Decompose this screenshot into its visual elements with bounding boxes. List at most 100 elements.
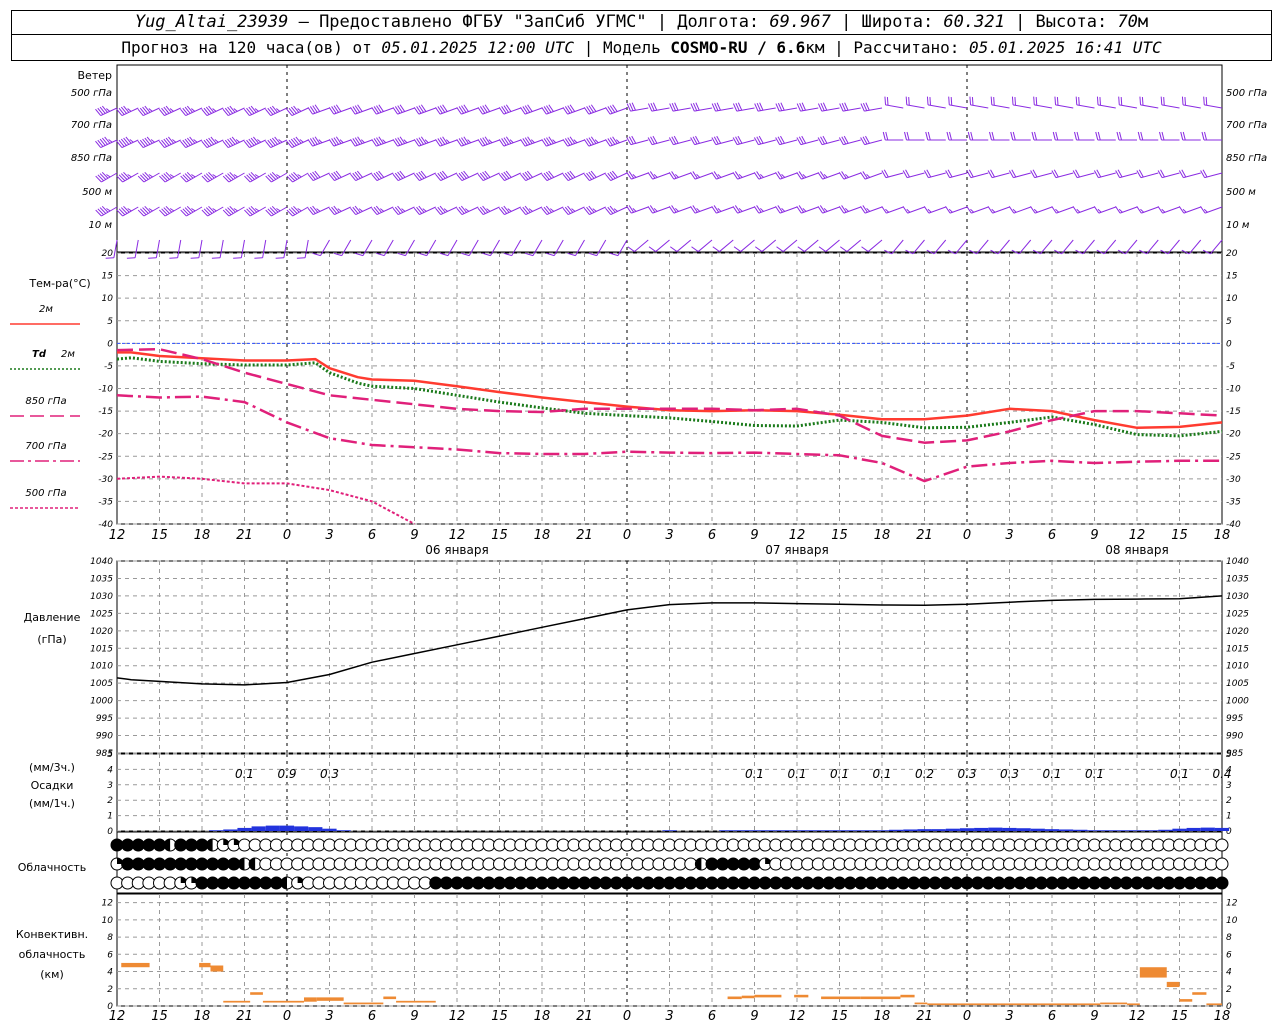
precip-amount-label: 0.4 — [1212, 767, 1231, 781]
panel-frame-wind — [116, 64, 1223, 253]
wind-barb — [626, 205, 649, 214]
wind-barb — [371, 104, 394, 115]
temp-tick-left: 10 — [102, 294, 114, 304]
conv-cloud-bar — [304, 997, 317, 1002]
x-tick-label: 3 — [1005, 528, 1013, 543]
wind-barb — [605, 205, 628, 216]
precip-bar — [1073, 829, 1088, 831]
temp-title: Тем-ра(°C) — [28, 277, 90, 290]
precip-tick-left: 0 — [107, 827, 113, 837]
pressure-tick-right: 1000 — [1226, 697, 1249, 707]
temp-tick-left: 0 — [107, 339, 113, 349]
pressure-unit: (гПа) — [37, 633, 66, 646]
x-tick-label: 9 — [1090, 1009, 1098, 1024]
precip-bar — [1016, 828, 1031, 831]
x-tick-label: 18 — [534, 528, 551, 543]
temp-tick-left: -25 — [98, 452, 113, 462]
x-tick-label: 15 — [1171, 1009, 1188, 1024]
precip-tick-left: 5 — [107, 750, 113, 760]
wind-barb — [775, 205, 798, 214]
wind-barb — [148, 239, 160, 259]
wind-barb — [328, 136, 351, 147]
wind-barb — [95, 136, 118, 149]
wind-barb — [925, 131, 946, 141]
conv-cloud-bar — [1166, 981, 1180, 988]
wind-barb — [1200, 206, 1223, 214]
precip-unit-3h: (мм/3ч.) — [29, 761, 75, 774]
precip-bar — [846, 830, 861, 831]
temp-tick-left: -15 — [98, 407, 113, 417]
precip-bar — [662, 830, 677, 831]
wind-barb — [126, 239, 139, 259]
wind-barb — [562, 205, 585, 216]
precip-bar — [1158, 829, 1173, 831]
wind-barb — [818, 239, 840, 252]
cloud-symbol — [1215, 876, 1229, 890]
pressure-tick-right: 990 — [1226, 732, 1243, 742]
pressure-tick-right: 1025 — [1226, 609, 1249, 619]
temp-tick-right: -25 — [1226, 452, 1241, 462]
wind-barb — [286, 136, 309, 149]
precip-tick-right: 1 — [1226, 812, 1232, 822]
cloud-symbol-half — [249, 858, 256, 870]
precip-amount-label: 0.2 — [915, 767, 934, 781]
x-tick-label: 21 — [236, 1009, 253, 1024]
wind-level-label-right: 10 м — [1226, 220, 1250, 231]
x-tick-label: 6 — [1048, 1009, 1056, 1024]
wind-barb — [1052, 131, 1074, 141]
wind-barb — [1115, 169, 1138, 179]
wind-barb — [1030, 169, 1053, 179]
wind-barb — [413, 170, 436, 182]
wind-barb — [966, 169, 989, 179]
wind-barb — [797, 239, 819, 252]
wind-barb — [1203, 96, 1223, 109]
wind-barb — [1010, 131, 1031, 141]
wind-barb — [520, 205, 543, 216]
wind-barb — [1157, 169, 1180, 179]
wind-barb — [1072, 169, 1095, 179]
date-label: 06 января — [425, 543, 488, 557]
precip-amount-label: 0.1 — [830, 767, 849, 781]
wind-barb — [712, 239, 734, 252]
temp-tick-left: -20 — [98, 430, 113, 440]
conv-cloud-bar — [223, 1000, 251, 1003]
wind-barb — [838, 171, 861, 180]
temp-tick-right: -10 — [1226, 385, 1241, 395]
wind-barb — [583, 136, 606, 147]
x-tick-label: 18 — [194, 1009, 211, 1024]
x-tick-label: 12 — [1129, 1009, 1146, 1024]
wind-barb — [775, 102, 798, 112]
wind-barb — [137, 105, 160, 117]
wind-barb — [1180, 131, 1201, 141]
conv-cloud-bar — [199, 962, 211, 968]
wind-barb — [498, 136, 521, 147]
wind-barb — [456, 205, 479, 216]
wind-barb — [1095, 131, 1116, 141]
wind-barb — [817, 171, 840, 180]
precip-bar — [789, 830, 805, 831]
pressure-tick-left: 1015 — [90, 644, 113, 654]
pressure-tick-right: 995 — [1226, 714, 1243, 724]
wind-barb — [753, 135, 776, 146]
conv-cloud-bar — [121, 962, 150, 968]
precip-bar — [959, 828, 975, 831]
temp-tick-right: -30 — [1226, 475, 1241, 485]
x-tick-label: 0 — [963, 1009, 971, 1024]
wind-barb — [948, 96, 968, 109]
wind-barb — [945, 169, 968, 179]
pressure-tick-right: 1005 — [1226, 679, 1249, 689]
temp-850-line — [116, 347, 1223, 444]
pressure-tick-right: 1015 — [1226, 644, 1249, 654]
precip-bar — [917, 829, 932, 831]
pressure-tick-left: 1025 — [90, 609, 113, 619]
wind-barb — [137, 205, 160, 217]
wind-barb — [158, 105, 181, 117]
cloud-symbol — [1215, 838, 1229, 852]
temp-500-line — [116, 475, 415, 525]
pressure-title: Давление — [24, 611, 81, 624]
precip-bar — [931, 829, 946, 831]
wind-barb — [881, 169, 904, 179]
wind-barb — [690, 135, 713, 146]
wind-barb — [222, 105, 245, 117]
wind-barb — [754, 102, 776, 112]
